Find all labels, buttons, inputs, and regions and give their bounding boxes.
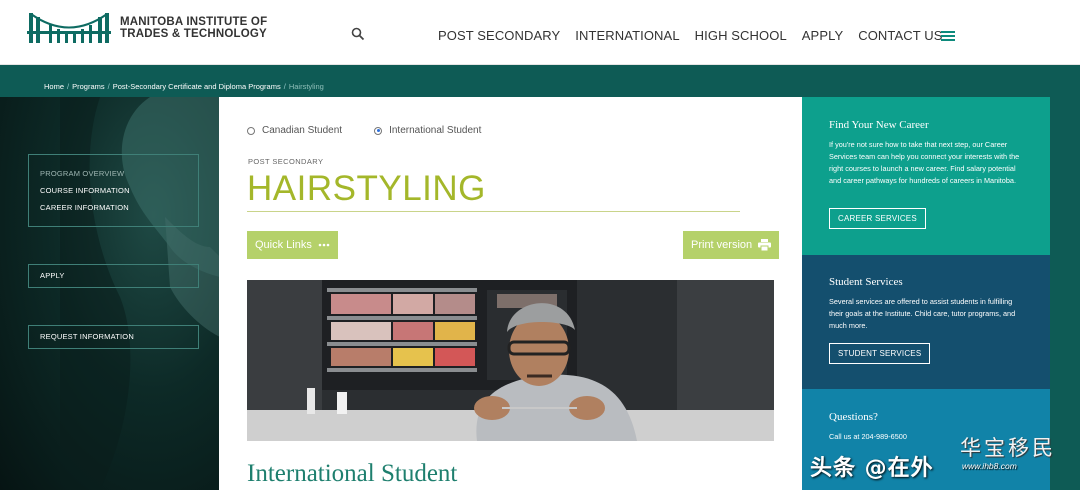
- student-type-radio-group: Canadian Student International Student: [247, 125, 513, 136]
- request-information-button[interactable]: REQUEST INFORMATION: [28, 325, 199, 349]
- career-services-button[interactable]: CAREER SERVICES: [829, 208, 926, 229]
- radio-international-student[interactable]: [374, 126, 383, 135]
- radio-label-international: International Student: [389, 125, 482, 136]
- career-card-body: If you're not sure how to take that next…: [829, 140, 1020, 185]
- left-sidebar: PROGRAM OVERVIEW COURSE INFORMATION CARE…: [0, 97, 219, 490]
- section-title: International Student: [247, 460, 458, 487]
- logo-text: MANITOBA INSTITUTE OF TRADES & TECHNOLOG…: [120, 16, 267, 40]
- breadcrumb-bar: [0, 65, 1080, 97]
- breadcrumb-home[interactable]: Home: [44, 82, 64, 91]
- print-version-label: Print version: [691, 239, 753, 251]
- site-header: MANITOBA INSTITUTE OF TRADES & TECHNOLOG…: [0, 0, 1080, 65]
- radio-label-canadian: Canadian Student: [262, 125, 343, 136]
- watermark-url: www.ihb8.com: [962, 461, 1017, 471]
- nav-contact-us[interactable]: CONTACT US: [858, 28, 942, 43]
- radio-canadian-student[interactable]: [247, 126, 255, 135]
- page-title: HAIRSTYLING: [247, 169, 486, 208]
- search-icon[interactable]: [351, 27, 365, 41]
- hairstylist-hero-image: [247, 280, 774, 441]
- career-card: Find Your New Career If you're not sure …: [802, 97, 1050, 255]
- quick-links-button[interactable]: Quick Links: [247, 231, 338, 259]
- student-services-button[interactable]: STUDENT SERVICES: [829, 343, 931, 364]
- nav-high-school[interactable]: HIGH SCHOOL: [695, 28, 787, 43]
- breadcrumb-programs[interactable]: Programs: [72, 82, 105, 91]
- breadcrumb-separator: /: [107, 82, 110, 91]
- breadcrumb-separator: /: [67, 82, 70, 91]
- logo-line-2: TRADES & TECHNOLOGY: [120, 28, 267, 40]
- career-card-title: Find Your New Career: [829, 119, 929, 131]
- nav-international[interactable]: INTERNATIONAL: [575, 28, 679, 43]
- student-services-body: Several services are offered to assist s…: [829, 297, 1016, 330]
- breadcrumb-separator: /: [283, 82, 286, 91]
- questions-title: Questions?: [829, 411, 878, 423]
- breadcrumb-current: Hairstyling: [288, 82, 324, 91]
- main-content: Canadian Student International Student P…: [219, 97, 802, 490]
- watermark-left: 头条 @在外: [810, 456, 934, 481]
- sidebar-item-course-information[interactable]: COURSE INFORMATION: [40, 186, 130, 195]
- menu-icon[interactable]: [941, 30, 955, 42]
- nav-post-secondary[interactable]: POST SECONDARY: [438, 28, 560, 43]
- program-nav-box: PROGRAM OVERVIEW COURSE INFORMATION CARE…: [28, 154, 199, 227]
- more-dots-icon: [318, 243, 330, 247]
- quick-links-label: Quick Links: [255, 239, 312, 251]
- title-divider: [247, 211, 740, 212]
- breadcrumb: Home / Programs / Post-Secondary Certifi…: [44, 82, 324, 91]
- printer-icon: [758, 239, 772, 251]
- main-nav: POST SECONDARY INTERNATIONAL HIGH SCHOOL…: [438, 28, 943, 43]
- sidebar-item-program-overview[interactable]: PROGRAM OVERVIEW: [40, 169, 124, 178]
- apply-button[interactable]: APPLY: [28, 264, 199, 288]
- sidebar-item-career-information[interactable]: CAREER INFORMATION: [40, 203, 129, 212]
- nav-apply[interactable]: APPLY: [802, 28, 843, 43]
- logo-line-1: MANITOBA INSTITUTE OF: [120, 16, 268, 28]
- watermark-right: 华宝移民: [960, 436, 1056, 460]
- print-version-button[interactable]: Print version: [683, 231, 780, 259]
- page: MANITOBA INSTITUTE OF TRADES & TECHNOLOG…: [0, 0, 1080, 490]
- logo[interactable]: MANITOBA INSTITUTE OF TRADES & TECHNOLOG…: [27, 11, 267, 45]
- program-category: POST SECONDARY: [248, 157, 324, 166]
- breadcrumb-post-secondary[interactable]: Post-Secondary Certificate and Diploma P…: [113, 82, 281, 91]
- bridge-logo-icon: [27, 13, 111, 43]
- student-services-card: Student Services Several services are of…: [802, 255, 1050, 389]
- student-services-title: Student Services: [829, 276, 903, 288]
